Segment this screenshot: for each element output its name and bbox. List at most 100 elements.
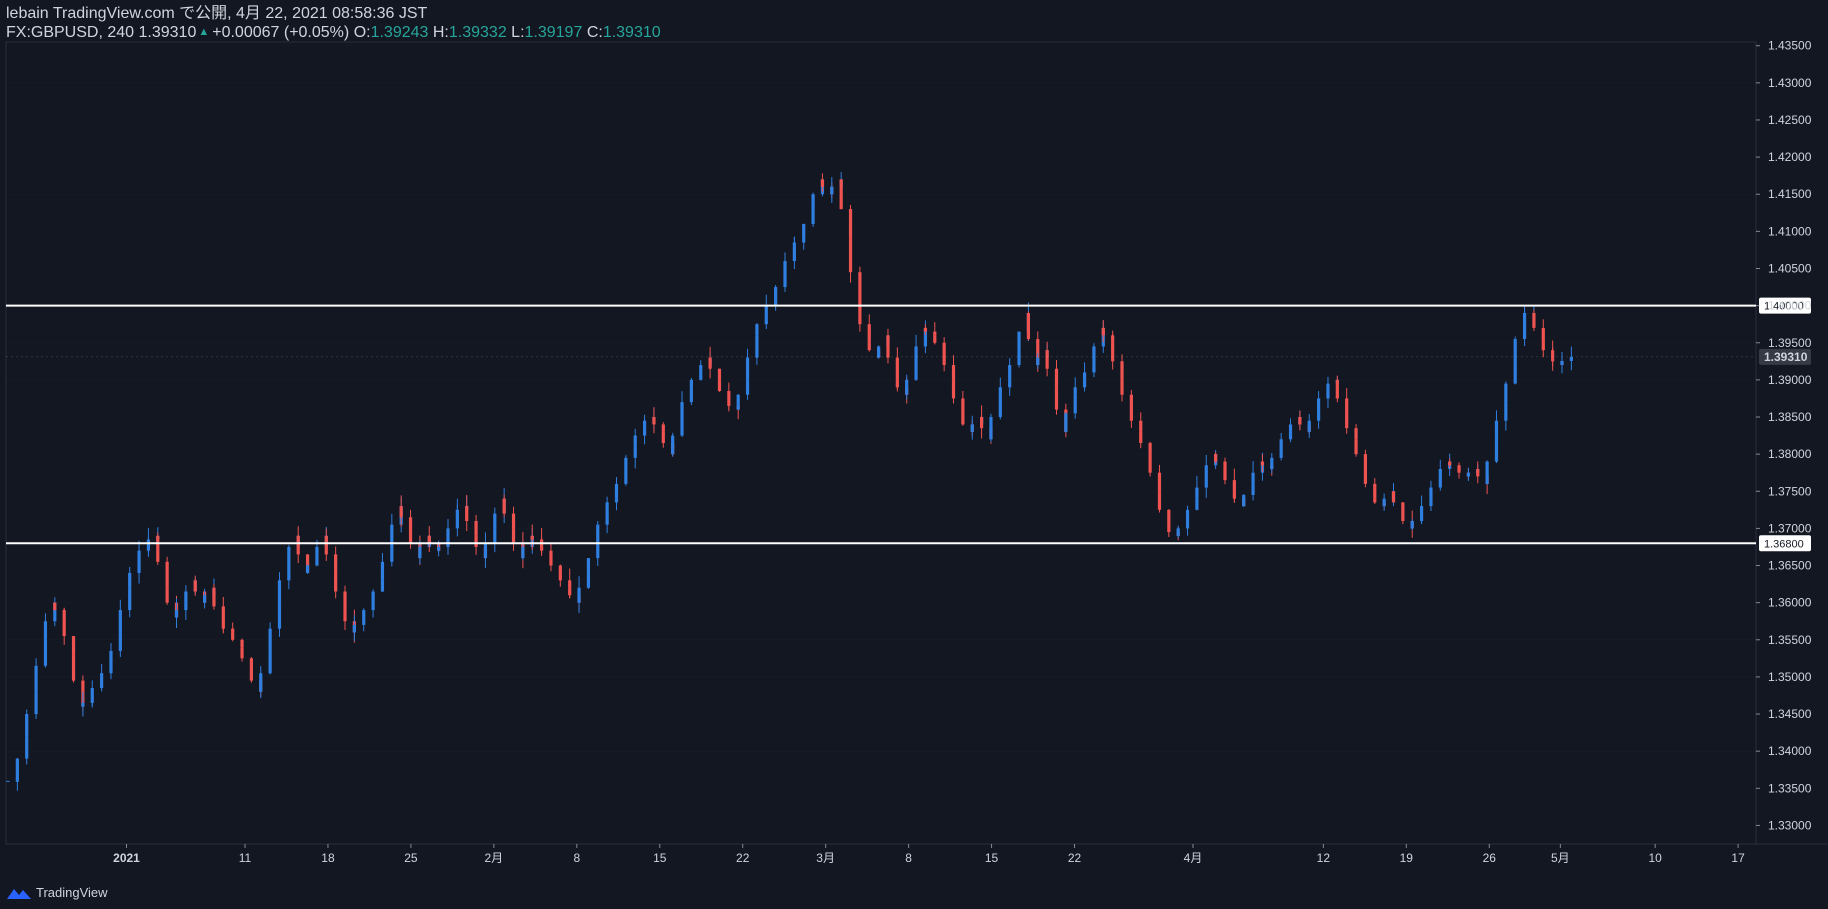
candle-body <box>1345 417 1349 429</box>
candle-body <box>128 572 132 588</box>
candle-body <box>717 379 722 392</box>
open-label: O: <box>353 24 371 41</box>
candle-body <box>820 179 825 187</box>
candle-body <box>642 420 647 425</box>
candle-body <box>465 506 469 521</box>
candle-body <box>1513 339 1517 366</box>
candle-body <box>455 509 459 514</box>
chart-header: lebain TradingView.com で公開, 4月 22, 2021 … <box>6 4 1798 42</box>
candle-body <box>1354 439 1358 455</box>
candle-body <box>502 498 506 514</box>
candle-body <box>764 305 768 314</box>
candle-body <box>839 179 843 210</box>
plot-area <box>5 41 1757 845</box>
candle-body <box>352 624 356 633</box>
candle-body <box>586 558 591 573</box>
candle-body <box>427 535 431 544</box>
candle-body <box>1485 461 1489 484</box>
close-value: 1.39310 <box>602 24 661 41</box>
time-tick-label: 22 <box>736 851 750 865</box>
candle-body <box>1279 439 1283 447</box>
price-tick-label: 1.43000 <box>1768 76 1812 90</box>
candle-body <box>867 324 871 343</box>
candle-body <box>277 580 282 603</box>
candle-body <box>380 561 385 581</box>
price-tick-label: 1.41000 <box>1768 224 1812 238</box>
candle-body <box>1120 379 1124 395</box>
candle-body <box>1054 387 1059 410</box>
tradingview-logo-icon <box>7 889 31 899</box>
low-value: 1.39197 <box>524 24 583 41</box>
candle-body <box>240 647 244 659</box>
time-tick-label: 12 <box>1317 851 1331 865</box>
candle-body <box>390 524 394 544</box>
candle-body <box>418 546 422 559</box>
candle-body <box>914 346 918 366</box>
candle-body <box>1251 472 1255 484</box>
close-label: C: <box>586 24 603 41</box>
candle-body <box>530 535 534 540</box>
candle-body <box>1223 468 1227 481</box>
price-chart[interactable]: 1.40000 1.36800 1.39310 1.33000 1.33500 1.34… <box>0 0 1828 909</box>
candle-body <box>1195 487 1199 499</box>
candle-body <box>549 558 553 566</box>
time-tick-label: 22 <box>1068 851 1082 865</box>
candle-body <box>474 535 478 547</box>
candle-body <box>1448 461 1452 466</box>
candle-body <box>1045 350 1049 369</box>
candle-body <box>568 587 572 596</box>
candle-body <box>62 617 66 637</box>
candle-body <box>212 587 216 607</box>
candle-body <box>811 209 815 224</box>
candle-body <box>886 335 890 358</box>
candle-body <box>1504 383 1508 403</box>
candle-body <box>961 417 965 425</box>
candle-body <box>895 379 899 388</box>
candle-body <box>109 650 113 670</box>
candle-body <box>689 379 693 388</box>
candle-body <box>951 379 956 399</box>
candle-body <box>1082 372 1087 380</box>
candle-body <box>727 402 731 406</box>
candle-body <box>1298 417 1302 425</box>
candle-body <box>1017 331 1021 351</box>
candle-body <box>25 714 29 737</box>
candle-body <box>71 654 76 681</box>
candle-body <box>371 591 375 603</box>
candle-body <box>633 435 637 447</box>
candle-body <box>118 610 122 633</box>
candle-body <box>43 621 48 640</box>
price-tick-label: 1.36000 <box>1768 596 1812 610</box>
candle-body <box>1026 313 1031 340</box>
candle-body <box>249 669 253 681</box>
candle-body <box>802 223 806 239</box>
candle-body <box>540 543 544 551</box>
time-tick-label: 15 <box>985 851 999 865</box>
candle-body <box>71 636 76 655</box>
candle-body <box>408 528 413 544</box>
candle-body <box>970 424 974 432</box>
candle-body <box>1204 465 1208 477</box>
candle-body <box>652 417 656 425</box>
candle-body <box>717 368 722 380</box>
candle-body <box>437 546 441 551</box>
candle-body <box>1457 468 1461 473</box>
candle-body <box>399 506 403 518</box>
chart-window: 1.40000 1.36800 1.39310 1.33000 1.33500 1.34… <box>0 0 1828 909</box>
candle-body <box>1373 483 1377 499</box>
candle-body <box>1242 494 1246 507</box>
candle-body <box>324 535 328 555</box>
candle-body <box>165 587 169 603</box>
candle-body <box>221 624 225 629</box>
price-tick-label: 1.34000 <box>1768 744 1812 758</box>
price-tick-label: 1.37000 <box>1768 521 1812 535</box>
time-tick-label: 2021 <box>113 851 140 865</box>
price-tick-label: 1.36500 <box>1768 559 1812 573</box>
price-tick-label: 1.38000 <box>1768 447 1812 461</box>
price-tick-label: 1.42500 <box>1768 113 1812 127</box>
last-price: 1.39310 <box>138 24 197 41</box>
candle-body <box>1036 357 1040 366</box>
time-tick-label: 25 <box>404 851 418 865</box>
candle-body <box>783 261 787 276</box>
candle-body <box>137 550 141 559</box>
